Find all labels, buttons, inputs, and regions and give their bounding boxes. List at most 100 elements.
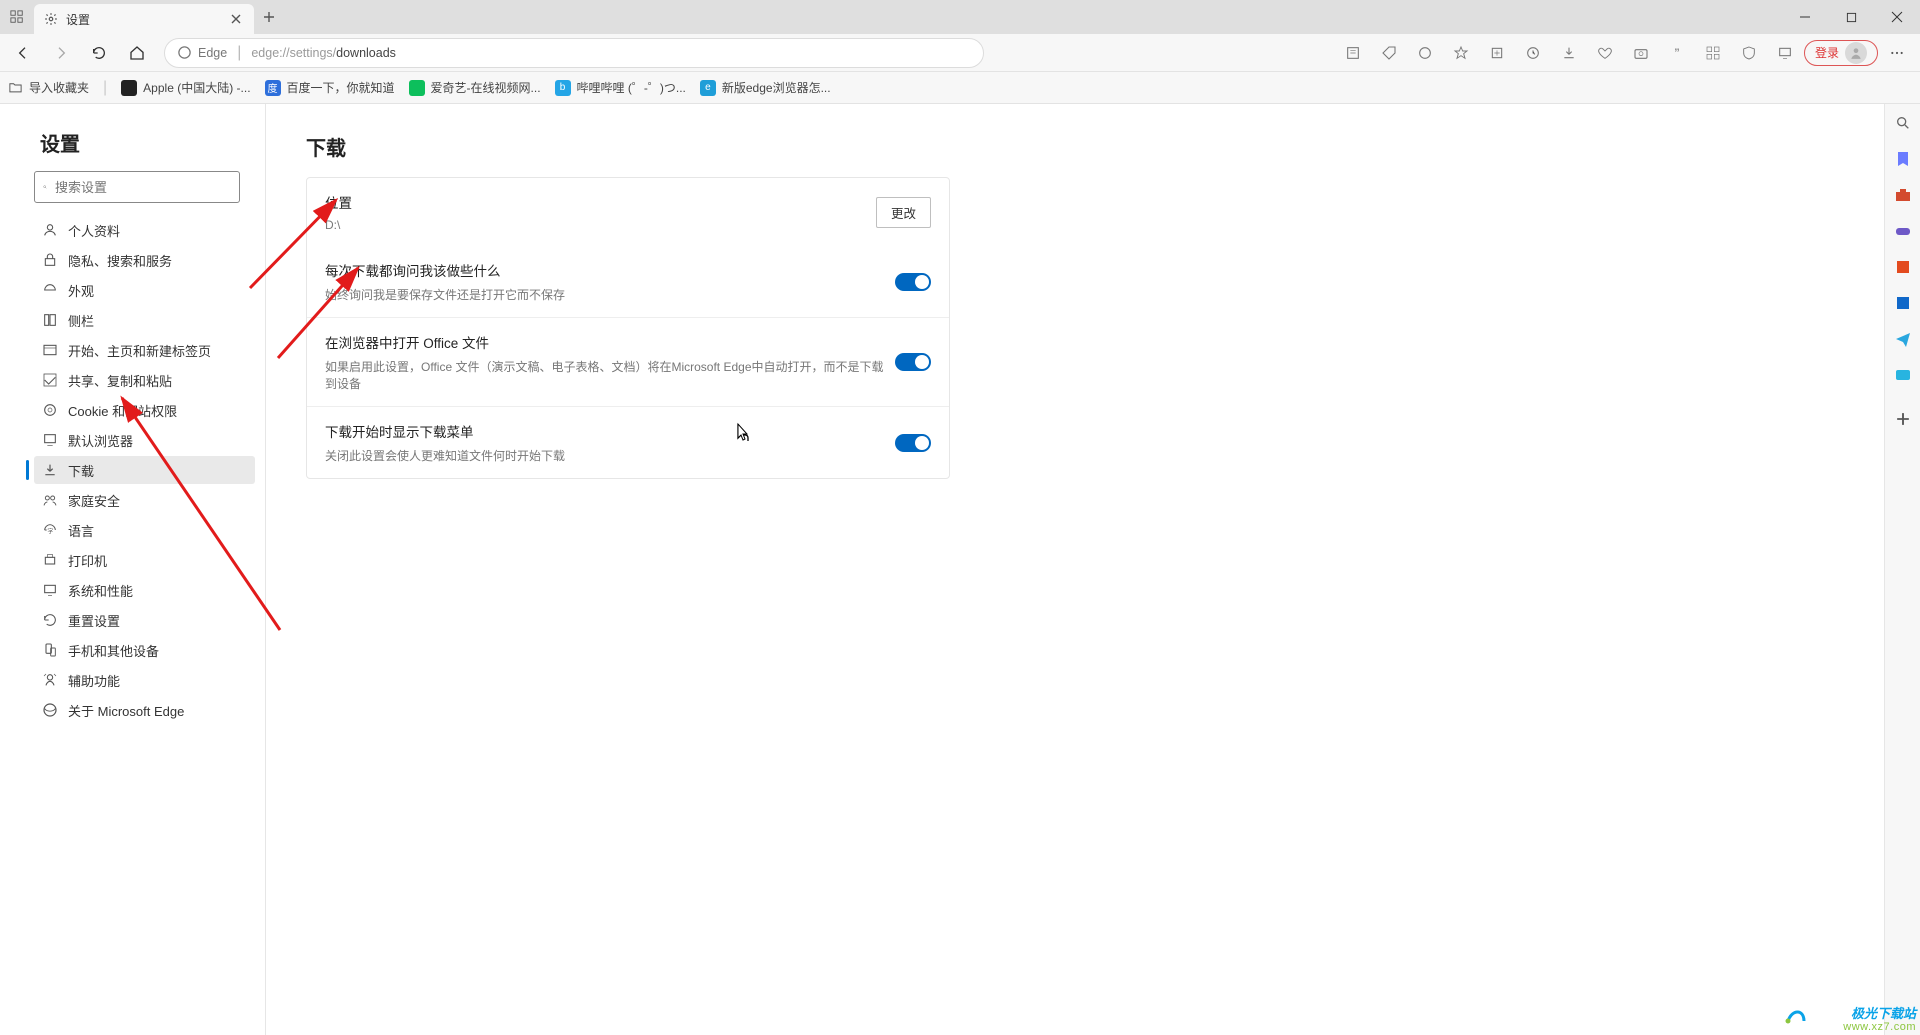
settings-nav-item-3[interactable]: 侧栏	[34, 306, 255, 334]
settings-nav-item-13[interactable]: 重置设置	[34, 606, 255, 634]
grid-icon	[1705, 45, 1721, 61]
favorites-button[interactable]	[1444, 37, 1478, 69]
collections-icon	[1489, 45, 1505, 61]
search-icon	[43, 180, 47, 194]
bookmark-edge-guide[interactable]: e新版edge浏览器怎...	[700, 79, 831, 96]
tag-icon	[1381, 45, 1397, 61]
bookmark-bilibili[interactable]: b哔哩哔哩 (゜-゜)つ...	[555, 79, 686, 96]
setting-toggle-1[interactable]	[895, 353, 931, 371]
change-location-button[interactable]: 更改	[876, 197, 931, 228]
maximize-button[interactable]	[1828, 0, 1874, 34]
shopping-button[interactable]	[1372, 37, 1406, 69]
settings-nav-item-16[interactable]: 关于 Microsoft Edge	[34, 696, 255, 724]
star-icon	[1453, 45, 1469, 61]
settings-nav-item-9[interactable]: 家庭安全	[34, 486, 255, 514]
login-button[interactable]: 登录	[1804, 40, 1878, 66]
nav-item-label: 家庭安全	[68, 491, 120, 510]
tab-title: 设置	[66, 11, 220, 28]
video-icon	[1895, 367, 1911, 383]
settings-sidebar: 设置 个人资料隐私、搜索和服务外观侧栏开始、主页和新建标签页共享、复制和粘贴Co…	[0, 104, 266, 1035]
back-button[interactable]	[6, 37, 40, 69]
refresh-button[interactable]	[82, 37, 116, 69]
minimize-icon	[1799, 11, 1811, 23]
arrow-left-icon	[15, 45, 31, 61]
nav-icon	[42, 492, 58, 508]
nav-icon	[42, 612, 58, 628]
sidebar-icon-2[interactable]	[1892, 184, 1914, 206]
tab-actions-button[interactable]	[0, 0, 34, 34]
home-button[interactable]	[120, 37, 154, 69]
import-bookmarks-button[interactable]: 导入收藏夹	[8, 79, 89, 96]
import-bookmarks-label: 导入收藏夹	[29, 79, 89, 96]
settings-nav-item-12[interactable]: 系统和性能	[34, 576, 255, 604]
arrow-right-icon	[53, 45, 69, 61]
reader-button[interactable]	[1336, 37, 1370, 69]
settings-nav-item-6[interactable]: Cookie 和网站权限	[34, 396, 255, 424]
setting-toggle-0[interactable]	[895, 273, 931, 291]
math-button[interactable]	[1732, 37, 1766, 69]
nav-item-label: 隐私、搜索和服务	[68, 251, 172, 270]
outlook-icon	[1895, 295, 1911, 311]
setting-toggle-2[interactable]	[895, 434, 931, 452]
location-path: D:\	[325, 218, 876, 232]
settings-nav-item-2[interactable]: 外观	[34, 276, 255, 304]
bookmark-apple[interactable]: Apple (中国大陆) -...	[121, 79, 250, 96]
settings-search-input[interactable]	[55, 180, 231, 195]
sidebar-icon-5[interactable]	[1892, 292, 1914, 314]
citations-button[interactable]: ”	[1660, 37, 1694, 69]
downloads-button[interactable]	[1552, 37, 1586, 69]
settings-nav-item-15[interactable]: 辅助功能	[34, 666, 255, 694]
minimize-button[interactable]	[1782, 0, 1828, 34]
address-bar[interactable]: Edge | edge://settings/downloads	[164, 38, 984, 68]
settings-nav-item-0[interactable]: 个人资料	[34, 216, 255, 244]
sidebar-add-button[interactable]	[1892, 408, 1914, 430]
extensions-button[interactable]	[1408, 37, 1442, 69]
settings-nav-item-10[interactable]: 字语言	[34, 516, 255, 544]
forward-button[interactable]	[44, 37, 78, 69]
tab-close-button[interactable]	[228, 11, 244, 27]
downloads-card: 位置 D:\ 更改 每次下载都询问我该做些什么始终询问我是要保存文件还是打开它而…	[306, 177, 950, 479]
bookmark-baidu[interactable]: 度百度一下，你就知道	[265, 79, 395, 96]
send-to-device-button[interactable]	[1768, 37, 1802, 69]
window-close-button[interactable]	[1874, 0, 1920, 34]
watermark-logo-icon	[1784, 1005, 1808, 1029]
maximize-icon	[1846, 12, 1857, 23]
settings-nav-item-5[interactable]: 共享、复制和粘贴	[34, 366, 255, 394]
nav-item-label: 开始、主页和新建标签页	[68, 341, 211, 360]
sidebar-icon-1[interactable]	[1892, 148, 1914, 170]
briefcase-icon	[1895, 187, 1911, 203]
settings-nav-item-14[interactable]: 手机和其他设备	[34, 636, 255, 664]
browser-tab[interactable]: 设置	[34, 4, 254, 34]
sidebar-icon-4[interactable]	[1892, 256, 1914, 278]
setting-row-0: 每次下载都询问我该做些什么始终询问我是要保存文件还是打开它而不保存	[307, 246, 949, 317]
setting-row-desc: 关闭此设置会使人更难知道文件何时开始下载	[325, 447, 895, 464]
setting-row-title: 在浏览器中打开 Office 文件	[325, 332, 895, 352]
settings-nav-item-4[interactable]: 开始、主页和新建标签页	[34, 336, 255, 364]
sidebar-icon-3[interactable]	[1892, 220, 1914, 242]
performance-button[interactable]	[1588, 37, 1622, 69]
settings-search[interactable]	[34, 171, 240, 203]
apps-button[interactable]	[1696, 37, 1730, 69]
new-tab-button[interactable]	[254, 0, 284, 34]
screenshot-button[interactable]	[1624, 37, 1658, 69]
nav-icon	[42, 252, 58, 268]
nav-item-label: 关于 Microsoft Edge	[68, 701, 184, 720]
setting-row-desc: 始终询问我是要保存文件还是打开它而不保存	[325, 286, 895, 303]
settings-nav-item-1[interactable]: 隐私、搜索和服务	[34, 246, 255, 274]
sidebar-icon-7[interactable]	[1892, 364, 1914, 386]
bilibili-favicon: b	[555, 80, 571, 96]
shield-icon	[1741, 45, 1757, 61]
history-button[interactable]	[1516, 37, 1550, 69]
settings-nav-item-7[interactable]: 默认浏览器	[34, 426, 255, 454]
download-icon	[1561, 45, 1577, 61]
more-button[interactable]	[1880, 37, 1914, 69]
nav-item-label: 辅助功能	[68, 671, 120, 690]
sidebar-search-button[interactable]	[1892, 112, 1914, 134]
nav-item-label: 重置设置	[68, 611, 120, 630]
bookmark-iqiyi[interactable]: 爱奇艺-在线视频网...	[409, 79, 541, 96]
settings-nav-item-8[interactable]: 下载	[34, 456, 255, 484]
settings-nav-item-11[interactable]: 打印机	[34, 546, 255, 574]
sidebar-icon-6[interactable]	[1892, 328, 1914, 350]
heart-icon	[1597, 45, 1613, 61]
collections-button[interactable]	[1480, 37, 1514, 69]
